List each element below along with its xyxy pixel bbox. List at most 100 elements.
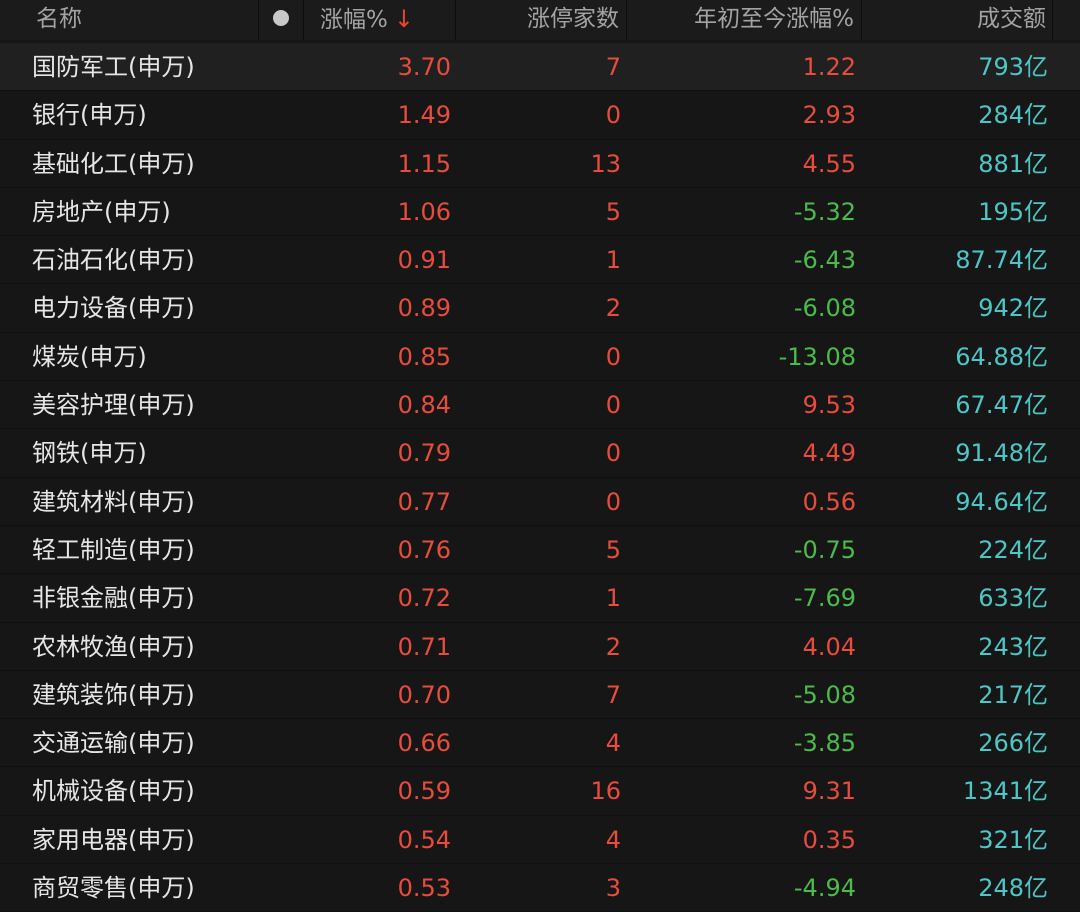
row-limit-up: 0: [605, 342, 621, 371]
row-limit-up: 7: [605, 53, 621, 81]
row-name: 电力设备(申万): [32, 294, 195, 323]
row-change: 1.15: [397, 149, 451, 178]
row-change: 1.49: [397, 101, 451, 130]
table-row[interactable]: 国防军工(申万) 3.70 7 1.22 793亿: [0, 43, 1080, 92]
column-divider[interactable]: [861, 0, 862, 40]
row-ytd: 0.35: [802, 825, 856, 854]
row-ytd: -4.94: [793, 874, 856, 903]
row-volume: 94.64亿: [955, 487, 1048, 516]
table-row[interactable]: 机械设备(申万) 0.59 16 9.31 1341亿: [0, 767, 1080, 816]
table-row[interactable]: 建筑装饰(申万) 0.70 7 -5.08 217亿: [0, 671, 1080, 720]
row-limit-up: 2: [605, 632, 621, 661]
table-row[interactable]: 电力设备(申万) 0.89 2 -6.08 942亿: [0, 284, 1080, 333]
row-change: 0.79: [397, 439, 451, 468]
row-volume: 321亿: [978, 825, 1048, 854]
row-ytd: 4.49: [802, 439, 856, 468]
row-name: 建筑材料(申万): [32, 487, 195, 516]
row-ytd: 2.93: [802, 101, 856, 130]
table-row[interactable]: 石油石化(申万) 0.91 1 -6.43 87.74亿: [0, 236, 1080, 285]
table-row[interactable]: 农林牧渔(申万) 0.71 2 4.04 243亿: [0, 623, 1080, 671]
row-name: 基础化工(申万): [32, 149, 195, 178]
row-change: 0.54: [397, 825, 451, 854]
row-name: 农林牧渔(申万): [32, 632, 195, 661]
row-name: 建筑装饰(申万): [32, 680, 195, 709]
table-row[interactable]: 商贸零售(申万) 0.53 3 -4.94 248亿: [0, 864, 1080, 912]
table-row[interactable]: 交通运输(申万) 0.66 4 -3.85 266亿: [0, 719, 1080, 768]
row-ytd: -0.75: [793, 535, 856, 564]
row-limit-up: 2: [605, 294, 621, 323]
row-change: 0.72: [397, 584, 451, 613]
row-ytd: 0.56: [802, 487, 856, 516]
table-row[interactable]: 钢铁(申万) 0.79 0 4.49 91.48亿: [0, 429, 1080, 478]
row-name: 国防军工(申万): [32, 53, 195, 81]
column-header-limit-up[interactable]: 涨停家数: [527, 0, 619, 40]
table-row[interactable]: 美容护理(申万) 0.84 0 9.53 67.47亿: [0, 381, 1080, 430]
table-row[interactable]: 家用电器(申万) 0.54 4 0.35 321亿: [0, 816, 1080, 865]
row-ytd: -7.69: [793, 584, 856, 613]
table-row[interactable]: 银行(申万) 1.49 0 2.93 284亿: [0, 91, 1080, 140]
row-volume: 266亿: [978, 729, 1048, 758]
row-change: 0.84: [397, 391, 451, 420]
row-limit-up: 5: [605, 535, 621, 564]
column-divider[interactable]: [455, 0, 456, 40]
row-change: 3.70: [397, 53, 451, 81]
table-row[interactable]: 煤炭(申万) 0.85 0 -13.08 64.88亿: [0, 333, 1080, 382]
table-row[interactable]: 非银金融(申万) 0.72 1 -7.69 633亿: [0, 574, 1080, 623]
column-divider[interactable]: [626, 0, 627, 40]
row-volume: 284亿: [978, 101, 1048, 130]
row-name: 房地产(申万): [32, 197, 171, 226]
row-volume: 67.47亿: [955, 391, 1048, 420]
row-ytd: 4.04: [802, 632, 856, 661]
row-limit-up: 7: [605, 680, 621, 709]
row-limit-up: 13: [590, 149, 621, 178]
row-ytd: -6.43: [793, 246, 856, 275]
column-header-name[interactable]: 名称: [36, 0, 82, 40]
row-volume: 248亿: [978, 874, 1048, 903]
table-row[interactable]: 建筑材料(申万) 0.77 0 0.56 94.64亿: [0, 478, 1080, 526]
row-volume: 243亿: [978, 632, 1048, 661]
table-row[interactable]: 房地产(申万) 1.06 5 -5.32 195亿: [0, 188, 1080, 237]
column-divider[interactable]: [258, 0, 259, 40]
row-limit-up: 0: [605, 391, 621, 420]
row-volume: 1341亿: [962, 777, 1048, 806]
table-row[interactable]: 轻工制造(申万) 0.76 5 -0.75 224亿: [0, 526, 1080, 575]
row-change: 0.66: [397, 729, 451, 758]
sort-desc-arrow-icon: ↓: [393, 5, 414, 33]
row-name: 银行(申万): [32, 101, 147, 130]
row-limit-up: 5: [605, 197, 621, 226]
row-limit-up: 4: [605, 729, 621, 758]
row-change: 0.59: [397, 777, 451, 806]
column-header-change[interactable]: 涨幅% ↓: [320, 0, 414, 40]
row-name: 商贸零售(申万): [32, 874, 195, 903]
column-header-volume[interactable]: 成交额: [977, 0, 1046, 40]
row-name: 钢铁(申万): [32, 439, 147, 468]
row-limit-up: 0: [605, 487, 621, 516]
row-limit-up: 1: [605, 584, 621, 613]
row-ytd: 9.31: [802, 777, 856, 806]
row-ytd: 4.55: [802, 149, 856, 178]
row-ytd: 1.22: [802, 53, 856, 81]
row-name: 石油石化(申万): [32, 246, 195, 275]
row-volume: 64.88亿: [955, 342, 1048, 371]
row-ytd: -5.32: [793, 197, 856, 226]
column-header-ytd[interactable]: 年初至今涨幅%: [694, 0, 854, 40]
table-row[interactable]: 基础化工(申万) 1.15 13 4.55 881亿: [0, 140, 1080, 188]
sector-ranking-table: 名称 涨幅% ↓ 涨停家数 年初至今涨幅% 成交额 国防军工(申万) 3.70 7 1.…: [0, 0, 1080, 912]
status-dot-icon[interactable]: [273, 10, 289, 26]
row-name: 美容护理(申万): [32, 391, 195, 420]
row-volume: 217亿: [978, 680, 1048, 709]
row-change: 0.76: [397, 535, 451, 564]
row-limit-up: 1: [605, 246, 621, 275]
row-change: 0.53: [397, 874, 451, 903]
table-header: 名称 涨幅% ↓ 涨停家数 年初至今涨幅% 成交额: [0, 0, 1080, 40]
row-ytd: -6.08: [793, 294, 856, 323]
row-limit-up: 0: [605, 101, 621, 130]
row-change: 0.70: [397, 680, 451, 709]
column-divider[interactable]: [1052, 0, 1053, 40]
row-limit-up: 16: [590, 777, 621, 806]
column-divider[interactable]: [303, 0, 304, 40]
row-name: 非银金融(申万): [32, 584, 195, 613]
row-volume: 91.48亿: [955, 439, 1048, 468]
row-change: 0.71: [397, 632, 451, 661]
row-ytd: -13.08: [778, 342, 856, 371]
